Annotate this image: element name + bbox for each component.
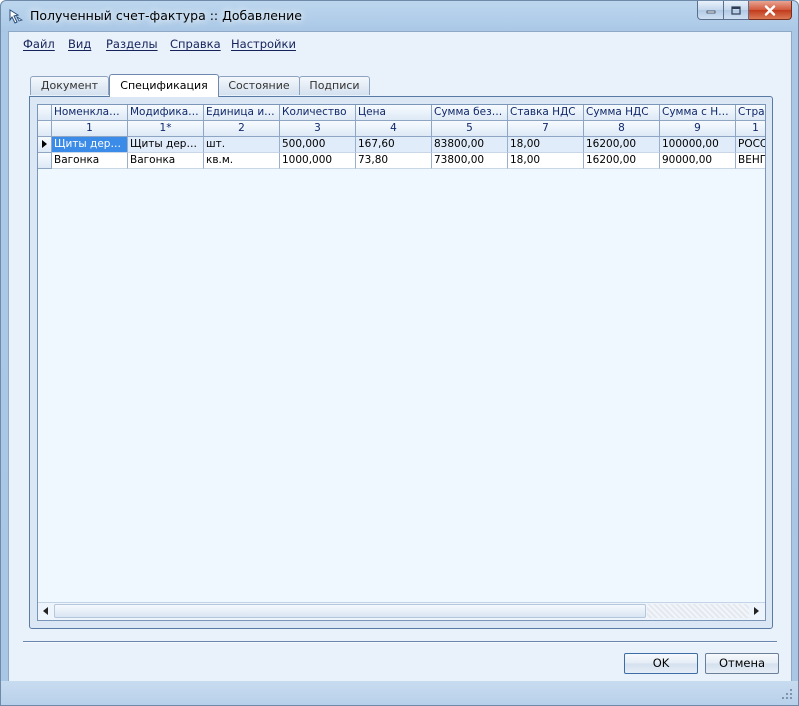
horizontal-scrollbar[interactable] [38, 602, 765, 620]
tab-state[interactable]: Состояние [218, 76, 300, 95]
scroll-left-icon [43, 607, 48, 615]
menu-item-settings[interactable]: Настройки [231, 37, 296, 51]
table-cell[interactable]: 16200,00 [584, 137, 660, 153]
table-cell[interactable]: 73800,00 [432, 153, 508, 169]
menu-item-sections[interactable]: Разделы [106, 37, 158, 51]
status-bar [1, 681, 798, 705]
footer-separator [23, 641, 777, 643]
column-header[interactable]: Цена [356, 105, 432, 121]
table-cell[interactable]: Вагонка [52, 153, 128, 169]
specification-grid[interactable]: Номенклат… Модифика… Единица из… Количество… [37, 104, 766, 621]
table-cell[interactable]: ВЕНГ [736, 153, 765, 169]
window-title: Полученный счет-фактура :: Добавление [30, 8, 302, 23]
table-cell[interactable]: 18,00 [508, 153, 584, 169]
menu-item-help[interactable]: Справка [170, 37, 221, 51]
tab-specification[interactable]: Спецификация [109, 74, 219, 97]
column-header[interactable]: Количество [280, 105, 356, 121]
column-header[interactable]: Ставка НДС [508, 105, 584, 121]
menu-item-file[interactable]: Файл [23, 37, 55, 51]
table-cell[interactable]: 90000,00 [660, 153, 736, 169]
column-header[interactable]: Стра [736, 105, 765, 121]
table-cell[interactable]: 500,000 [280, 137, 356, 153]
table-cell[interactable]: 18,00 [508, 137, 584, 153]
scrollbar-thumb[interactable] [54, 604, 646, 618]
scroll-right-arrow[interactable] [749, 603, 765, 619]
tab-document[interactable]: Документ [30, 76, 109, 95]
column-number: 8 [584, 121, 660, 137]
scrollbar-track[interactable] [647, 604, 749, 618]
column-header[interactable]: Номенклат… [52, 105, 128, 121]
table-cell[interactable]: Вагонка [128, 153, 204, 169]
column-header[interactable]: Сумма с НДС [660, 105, 736, 121]
column-number: 1 [52, 121, 128, 137]
dialog-window: Полученный счет-фактура :: Добавление Фа… [0, 0, 799, 706]
menu-item-view[interactable]: Вид [68, 37, 91, 51]
table-cell[interactable]: 167,60 [356, 137, 432, 153]
header-corner-numbers [38, 121, 52, 137]
current-row-icon [42, 140, 47, 148]
column-number: 1 [736, 121, 765, 137]
minimize-button[interactable] [697, 1, 724, 20]
column-header[interactable]: Модифика… [128, 105, 204, 121]
specification-panel: Номенклат… Модифика… Единица из… Количество… [29, 96, 773, 629]
close-icon [764, 4, 776, 16]
column-number: 2 [204, 121, 280, 137]
row-indicator[interactable] [38, 153, 52, 169]
tab-signatures[interactable]: Подписи [299, 76, 370, 95]
maximize-icon [731, 5, 741, 15]
column-header[interactable]: Единица из… [204, 105, 280, 121]
column-number: 4 [356, 121, 432, 137]
table-cell[interactable]: РОСС [736, 137, 765, 153]
column-number: 5 [432, 121, 508, 137]
maximize-button[interactable] [724, 1, 749, 20]
minimize-icon [706, 10, 715, 14]
table-cell[interactable]: 100000,00 [660, 137, 736, 153]
app-icon [9, 9, 23, 24]
table-cell[interactable]: 73,80 [356, 153, 432, 169]
table-cell[interactable]: 16200,00 [584, 153, 660, 169]
ok-button[interactable]: OK [624, 653, 698, 674]
scroll-right-icon [754, 607, 759, 615]
column-header[interactable]: Сумма без … [432, 105, 508, 121]
cancel-button[interactable]: Отмена [705, 653, 779, 674]
resize-grip-icon[interactable] [782, 689, 792, 699]
table-row[interactable]: Вагонка Вагонка кв.м. 1000,000 73,80 73800,00… [38, 153, 765, 169]
column-number: 3 [280, 121, 356, 137]
title-bar[interactable]: Полученный счет-фактура :: Добавление [1, 1, 798, 31]
table-cell[interactable]: 83800,00 [432, 137, 508, 153]
window-controls [697, 1, 792, 21]
column-number: 9 [660, 121, 736, 137]
table-cell[interactable]: 1000,000 [280, 153, 356, 169]
menu-bar: Файл Вид Разделы Справка Настройки [9, 32, 791, 56]
dialog-body: Файл Вид Разделы Справка Настройки Докум… [8, 31, 792, 683]
header-corner [38, 105, 52, 121]
table-cell[interactable]: шт. [204, 137, 280, 153]
close-button[interactable] [749, 1, 792, 20]
column-number: 7 [508, 121, 584, 137]
column-number: 1* [128, 121, 204, 137]
row-indicator[interactable] [38, 137, 52, 153]
column-header[interactable]: Сумма НДС [584, 105, 660, 121]
scroll-left-arrow[interactable] [38, 603, 54, 619]
table-row[interactable]: Щиты дер… Щиты дер… шт. 500,000 167,60 83800,… [38, 137, 765, 153]
table-cell[interactable]: кв.м. [204, 153, 280, 169]
table-cell[interactable]: Щиты дер… [128, 137, 204, 153]
table-cell[interactable]: Щиты дер… [52, 137, 128, 153]
